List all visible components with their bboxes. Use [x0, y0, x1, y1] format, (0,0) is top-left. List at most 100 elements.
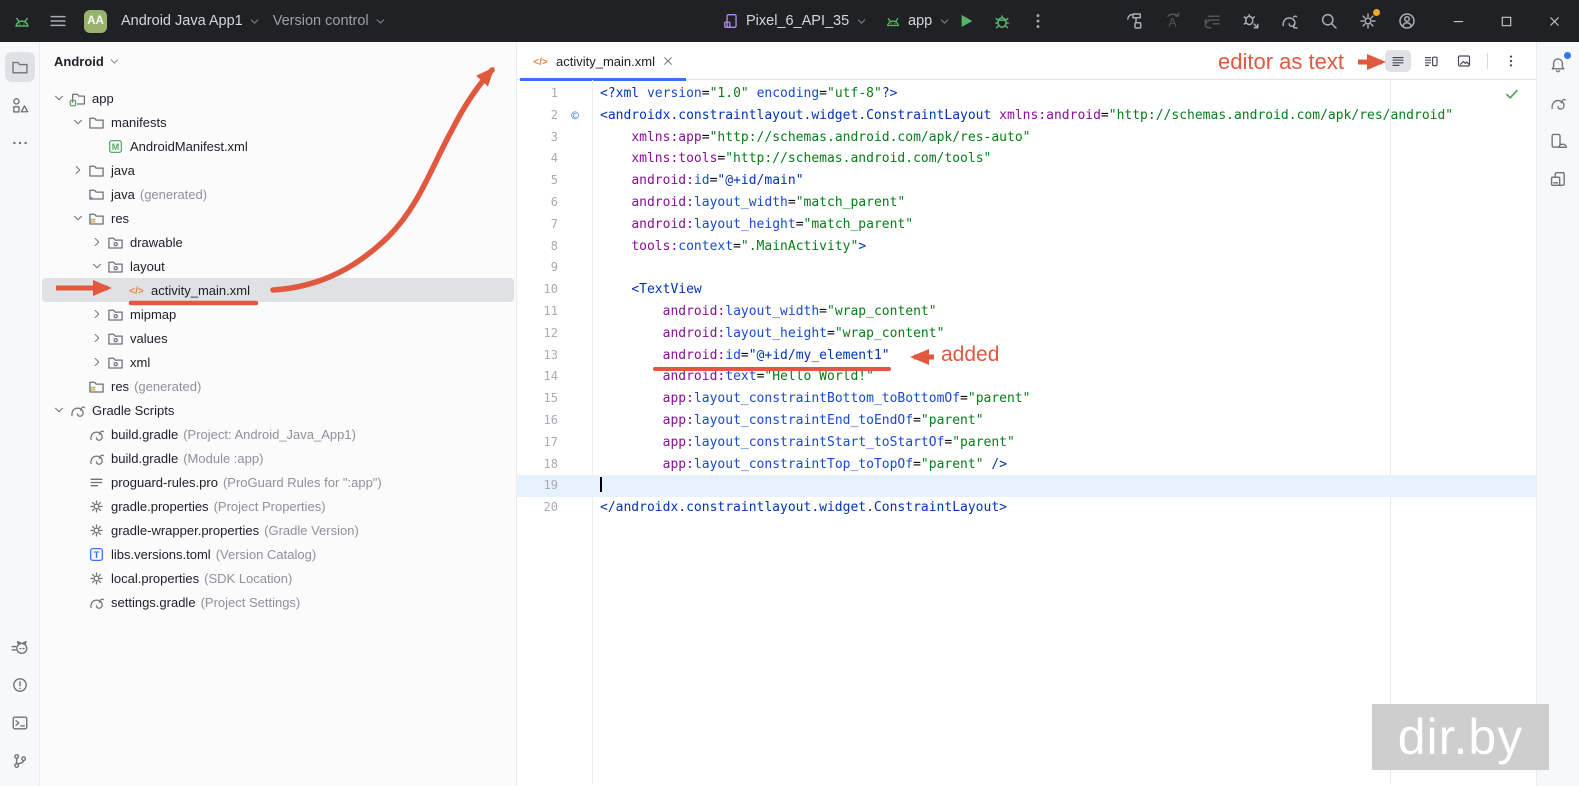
line-number[interactable]: 14 [517, 366, 558, 388]
code-line-8[interactable]: 8 tools:context=".MainActivity"> [517, 236, 1536, 258]
build-hammer-button[interactable] [1124, 11, 1144, 31]
line-number[interactable]: 4 [517, 148, 558, 170]
recent-files-button[interactable] [1202, 11, 1222, 31]
code-line-9[interactable]: 9 [517, 257, 1536, 279]
project-folder-button[interactable] [5, 52, 35, 82]
search-button[interactable] [1319, 11, 1339, 31]
code-line-6[interactable]: 6 android:layout_width="match_parent" [517, 192, 1536, 214]
run-button[interactable] [956, 11, 976, 31]
tree-item-manifests[interactable]: manifests [40, 110, 516, 134]
device-manager-button[interactable] [1543, 126, 1573, 156]
line-number[interactable]: 16 [517, 410, 558, 432]
line-number[interactable]: 11 [517, 301, 558, 323]
line-number[interactable]: 7 [517, 214, 558, 236]
line-number[interactable]: 17 [517, 432, 558, 454]
tree-item-build-gradle[interactable]: build.gradle(Module :app) [40, 446, 516, 470]
line-number[interactable]: 10 [517, 279, 558, 301]
line-number[interactable]: 6 [517, 192, 558, 214]
code-line-10[interactable]: 10 <TextView [517, 279, 1536, 301]
tree-item-settings-gradle[interactable]: settings.gradle(Project Settings) [40, 590, 516, 614]
tree-item-androidmanifest-xml[interactable]: MAndroidManifest.xml [40, 134, 516, 158]
project-view-selector[interactable]: Android [54, 49, 516, 73]
tree-item-gradle-scripts[interactable]: Gradle Scripts [40, 398, 516, 422]
inspection-status-check-icon[interactable] [1504, 86, 1520, 102]
window-close-button[interactable] [1530, 0, 1578, 42]
code-line-15[interactable]: 15 app:layout_constraintBottom_toBottomO… [517, 388, 1536, 410]
gradle-sync-button[interactable] [1280, 11, 1300, 31]
code-line-16[interactable]: 16 app:layout_constraintEnd_toEndOf="par… [517, 410, 1536, 432]
code-line-5[interactable]: 5 android:id="@+id/main" [517, 170, 1536, 192]
line-number[interactable]: 2 [517, 105, 558, 127]
more-horizontal-button[interactable] [5, 128, 35, 158]
code-line-20[interactable]: 20</androidx.constraintlayout.widget.Con… [517, 497, 1536, 519]
code-view-button[interactable] [1385, 50, 1411, 72]
main-menu-icon[interactable] [48, 11, 68, 31]
chevron-down-icon[interactable] [71, 211, 88, 225]
code-editor[interactable]: 1<?xml version="1.0" encoding="utf-8"?>2… [517, 80, 1536, 785]
line-number[interactable]: 3 [517, 127, 558, 149]
tree-item-layout[interactable]: layout [40, 254, 516, 278]
problems-button[interactable] [5, 670, 35, 700]
settings-gear-button[interactable] [1358, 11, 1378, 31]
chevron-down-icon[interactable] [71, 115, 88, 129]
user-profile-button[interactable] [1397, 11, 1417, 31]
line-number[interactable]: 12 [517, 323, 558, 345]
gutter-related-symbol-icon[interactable]: © [558, 105, 592, 127]
tree-item-values[interactable]: values [40, 326, 516, 350]
code-line-18[interactable]: 18 app:layout_constraintTop_toTopOf="par… [517, 454, 1536, 476]
chevron-right-icon[interactable] [90, 355, 107, 369]
tree-item-java[interactable]: *java(generated) [40, 182, 516, 206]
git-branch-button[interactable] [5, 746, 35, 776]
code-line-4[interactable]: 4 xmlns:tools="http://schemas.android.co… [517, 148, 1536, 170]
tree-item-res[interactable]: res [40, 206, 516, 230]
tree-item-java[interactable]: java [40, 158, 516, 182]
window-maximize-button[interactable] [1482, 0, 1530, 42]
tree-item-res[interactable]: res(generated) [40, 374, 516, 398]
debug-button[interactable] [992, 11, 1012, 31]
code-line-11[interactable]: 11 android:layout_width="wrap_content" [517, 301, 1536, 323]
terminal-button[interactable] [5, 708, 35, 738]
project-avatar-badge[interactable]: AA [84, 10, 107, 33]
tree-item-mipmap[interactable]: mipmap [40, 302, 516, 326]
code-line-2[interactable]: 2©<androidx.constraintlayout.widget.Cons… [517, 105, 1536, 127]
code-line-14[interactable]: 14 android:text="Hello World!" [517, 366, 1536, 388]
line-number[interactable]: 13 [517, 345, 558, 367]
gradle-elephant-button[interactable] [1543, 88, 1573, 118]
code-line-7[interactable]: 7 android:layout_height="match_parent" [517, 214, 1536, 236]
ai-assistant-button[interactable]: A [1163, 11, 1183, 31]
tree-item-libs-versions-toml[interactable]: Tlibs.versions.toml(Version Catalog) [40, 542, 516, 566]
notifications-bell-button[interactable] [1543, 50, 1573, 80]
chevron-right-icon[interactable] [90, 235, 107, 249]
chevron-down-icon[interactable] [52, 91, 69, 105]
code-line-1[interactable]: 1<?xml version="1.0" encoding="utf-8"?> [517, 83, 1536, 105]
tree-item-gradle-properties[interactable]: gradle.properties(Project Properties) [40, 494, 516, 518]
line-number[interactable]: 1 [517, 83, 558, 105]
code-line-13[interactable]: 13 android:id="@+id/my_element1" [517, 345, 1536, 367]
project-selector[interactable]: Android Java App1 [115, 9, 267, 33]
tree-item-build-gradle[interactable]: build.gradle(Project: Android_Java_App1) [40, 422, 516, 446]
tree-item-activity-main-xml[interactable]: </>activity_main.xml [42, 278, 514, 302]
more-run-options-button[interactable] [1028, 11, 1048, 31]
running-devices-button[interactable] [1543, 164, 1573, 194]
chevron-right-icon[interactable] [90, 307, 107, 321]
tab-activity-main-xml[interactable]: </> activity_main.xml [520, 42, 686, 80]
design-view-button[interactable] [1451, 50, 1477, 72]
tree-item-proguard-rules-pro[interactable]: proguard-rules.pro(ProGuard Rules for ":… [40, 470, 516, 494]
tree-item-local-properties[interactable]: local.properties(SDK Location) [40, 566, 516, 590]
tree-item-gradle-wrapper-properties[interactable]: gradle-wrapper.properties(Gradle Version… [40, 518, 516, 542]
line-number[interactable]: 9 [517, 257, 558, 279]
chevron-right-icon[interactable] [71, 163, 88, 177]
chevron-down-icon[interactable] [52, 403, 69, 417]
line-number[interactable]: 8 [517, 236, 558, 258]
tree-item-drawable[interactable]: drawable [40, 230, 516, 254]
device-selector[interactable]: Pixel_6_API_35 [722, 0, 868, 42]
line-number[interactable]: 20 [517, 497, 558, 519]
vcs-widget[interactable]: Version control [267, 9, 393, 33]
tree-item-app[interactable]: app [40, 86, 516, 110]
profiler-cat-button[interactable] [5, 632, 35, 662]
code-line-12[interactable]: 12 android:layout_height="wrap_content" [517, 323, 1536, 345]
editor-options-button[interactable] [1498, 50, 1524, 72]
chevron-down-icon[interactable] [90, 259, 107, 273]
tree-item-xml[interactable]: xml [40, 350, 516, 374]
line-number[interactable]: 15 [517, 388, 558, 410]
